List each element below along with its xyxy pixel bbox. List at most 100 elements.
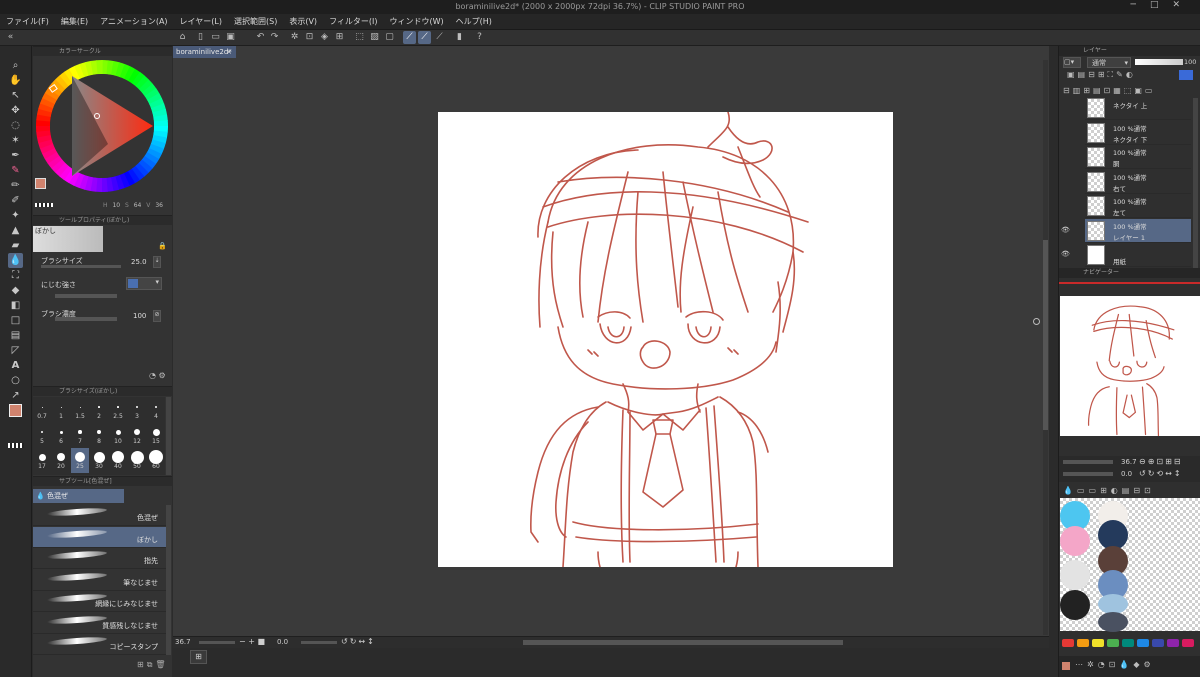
color-bar-swatch[interactable] — [1107, 639, 1119, 647]
subtool-item[interactable]: 網縁にじみなじませ — [33, 591, 166, 612]
brush-size-value[interactable]: 25.0 — [131, 258, 147, 266]
palette-swatch[interactable] — [1060, 590, 1090, 620]
lock-icon[interactable]: 🔒 — [158, 242, 167, 250]
ruler-tool-icon[interactable]: ◸ — [8, 343, 23, 358]
brush-size-cell[interactable]: 60 — [147, 448, 165, 473]
selection-border-icon[interactable]: ▢ — [383, 31, 396, 44]
eraser-tool-icon[interactable]: ▰ — [8, 238, 23, 253]
zoom-controls[interactable]: − + ■ — [239, 637, 265, 646]
visibility-eye-icon[interactable]: 👁 — [1061, 226, 1070, 234]
brush-size-cell[interactable]: 15 — [147, 423, 165, 448]
layer-scrollbar[interactable] — [1193, 98, 1198, 268]
brush-size-grid[interactable]: 0.7 1 1.5 2 2.5 3 4 5 6 7 8 10 12 15 17 20 25 30 40 50 60 — [33, 397, 165, 475]
subtool-item[interactable]: コピースタンプ — [33, 634, 166, 655]
open-file-icon[interactable]: ▭ — [209, 31, 222, 44]
layer-row[interactable]: 100 %通常胴 — [1085, 145, 1191, 169]
deselect-icon[interactable]: ⬚ — [353, 31, 366, 44]
nav-zoom-value[interactable]: 36.7 — [1121, 458, 1137, 466]
brush-size-cell[interactable]: 20 — [52, 448, 70, 473]
brush-size-cell[interactable]: 3 — [128, 398, 146, 423]
zoom-value[interactable]: 36.7 — [175, 638, 191, 646]
gradient-tool-icon[interactable]: ◧ — [8, 298, 23, 313]
brush-size-cell[interactable]: 25 — [71, 448, 89, 473]
save-icon[interactable]: ▣ — [224, 31, 237, 44]
nav-zoom-buttons[interactable]: ⊖⊕⊡⊞⊟ — [1139, 457, 1183, 466]
brush-size-cell[interactable]: 12 — [128, 423, 146, 448]
blend-mode-select[interactable]: ▾ — [126, 277, 162, 290]
menu-edit[interactable]: 編集(E) — [55, 14, 94, 29]
rotate-controls[interactable]: ↺↻↔↕ — [341, 637, 376, 646]
canvas-paper[interactable] — [438, 111, 893, 568]
palette-swatch[interactable] — [1060, 560, 1090, 590]
palette-swatch[interactable] — [1098, 612, 1128, 632]
frame-tool-icon[interactable]: ▤ — [8, 328, 23, 343]
brush-size-cell[interactable]: 1.5 — [71, 398, 89, 423]
layer-type-select[interactable]: ▢▾ — [1063, 57, 1081, 68]
operation-tool-icon[interactable]: ↖ — [8, 88, 23, 103]
move-layer-tool-icon[interactable]: ✥ — [8, 103, 23, 118]
main-color-swatch[interactable] — [8, 403, 23, 418]
brush-size-cell[interactable]: 8 — [90, 423, 108, 448]
menu-filter[interactable]: フィルター(I) — [323, 14, 383, 29]
new-file-icon[interactable]: ▯ — [194, 31, 207, 44]
layer-row[interactable]: 100 %通常 左て — [1085, 194, 1191, 218]
document-tab[interactable]: boraminilive2d* × — [173, 46, 236, 58]
nav-rotate-buttons[interactable]: ↺↻⟲↔↕ — [1139, 469, 1183, 478]
nav-zoom-slider[interactable] — [1063, 460, 1113, 464]
brush-size-cell[interactable]: 50 — [128, 448, 146, 473]
subtool-footer-icons[interactable]: ⊞⧉🗑 — [137, 660, 169, 670]
density-pressure-icon[interactable]: ⊘ — [153, 310, 161, 322]
pencil-tool-icon[interactable]: ✏ — [8, 178, 23, 193]
menu-file[interactable]: ファイル(F) — [0, 14, 55, 29]
airbrush-tool-icon[interactable]: ▲ — [8, 223, 23, 238]
redo-icon[interactable]: ↷ — [268, 31, 281, 44]
brush-size-cell[interactable]: 30 — [90, 448, 108, 473]
subtool-item[interactable]: ぼかし — [33, 526, 166, 548]
palette-tabs[interactable]: 💧▭▭⊞◐▤⊟⊡ — [1063, 486, 1155, 495]
layer-row[interactable]: 👁 100 %通常 レイヤー 1 — [1061, 218, 1191, 243]
angle-value[interactable]: 0.0 — [277, 638, 288, 646]
layer-toolbar-icons[interactable]: ▣▤⊟⊞⛶✎◐ — [1067, 70, 1136, 80]
subtool-item[interactable]: 質感残しなじませ — [33, 613, 166, 634]
brush-size-cell[interactable]: 0.7 — [33, 398, 51, 423]
brush-size-cell[interactable]: 2.5 — [109, 398, 127, 423]
hand-tool-icon[interactable]: ✋ — [8, 73, 23, 88]
horizontal-scrollbar[interactable] — [523, 640, 843, 645]
correct-line-tool-icon[interactable]: ↗ — [8, 388, 23, 403]
blend-mode-dropdown[interactable]: 通常 ▾ — [1087, 57, 1131, 68]
help-icon[interactable]: ? — [473, 31, 486, 44]
menu-animation[interactable]: アニメーション(A) — [94, 14, 173, 29]
eyedropper-tool-icon[interactable]: ✒ — [8, 148, 23, 163]
color-bar-swatch[interactable] — [1077, 639, 1089, 647]
lasso-tool-icon[interactable]: ◌ — [8, 118, 23, 133]
color-bar-swatch[interactable] — [1062, 639, 1074, 647]
layer-row[interactable]: 100 %通常 ネクタイ 下 — [1085, 121, 1191, 145]
tab-close-icon[interactable]: × — [226, 46, 232, 58]
brush-size-cell[interactable]: 40 — [109, 448, 127, 473]
brush-size-cell[interactable]: 2 — [90, 398, 108, 423]
color-bar-swatch[interactable] — [1137, 639, 1149, 647]
brush-size-cell[interactable]: 1 — [52, 398, 70, 423]
collapse-icon[interactable]: « — [4, 31, 17, 44]
vertical-scrollbar[interactable] — [1043, 60, 1048, 635]
blend-tool-icon[interactable]: 💧 — [8, 253, 23, 268]
fill-tool-icon[interactable]: ⛶ — [8, 268, 23, 283]
snap-ruler-icon[interactable]: ⟋ — [403, 31, 416, 44]
layer-row[interactable]: 100 %通常 右て — [1085, 170, 1191, 194]
transform-icon[interactable]: ⊞ — [333, 31, 346, 44]
brush-size-cell[interactable]: 6 — [52, 423, 70, 448]
brush-size-cell[interactable]: 17 — [33, 448, 51, 473]
text-tool-icon[interactable]: A — [8, 358, 23, 373]
footer-main-color[interactable] — [1062, 662, 1070, 670]
opacity-slider[interactable] — [1135, 59, 1183, 65]
clear-icon[interactable]: ✲ — [288, 31, 301, 44]
balloon-tool-icon[interactable]: ○ — [8, 373, 23, 388]
color-wheel[interactable] — [33, 56, 172, 196]
crop-icon[interactable]: ⊡ — [303, 31, 316, 44]
maximize-icon[interactable]: □ — [1150, 0, 1173, 10]
opacity-value[interactable]: 100 — [1184, 58, 1196, 66]
pen-tool-icon[interactable]: ✎ — [8, 163, 23, 178]
fill-icon[interactable]: ◈ — [318, 31, 331, 44]
layer-row[interactable]: ネクタイ 上 — [1085, 96, 1191, 120]
home-icon[interactable]: ⌂ — [176, 31, 189, 44]
